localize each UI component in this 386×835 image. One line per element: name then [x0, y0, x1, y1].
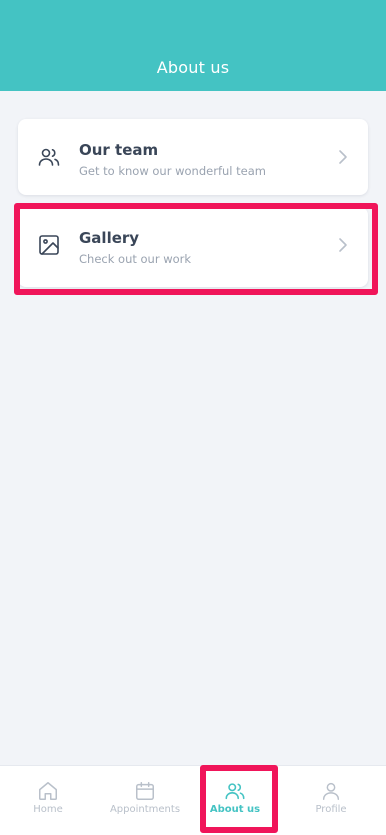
card-subtitle: Get to know our wonderful team: [79, 164, 266, 178]
tab-profile[interactable]: Profile: [283, 766, 379, 835]
chevron-right-icon: [338, 149, 348, 165]
tab-label: Profile: [315, 804, 347, 815]
bottom-tab-bar: Home Appointments About us Profile: [0, 765, 386, 835]
gallery-card[interactable]: Gallery Check out our work: [18, 207, 368, 287]
calendar-icon: [136, 782, 154, 800]
app-screen: About us Our team Get to know our wonder…: [0, 0, 386, 835]
tab-appointments[interactable]: Appointments: [97, 766, 193, 835]
page-title: About us: [156, 58, 230, 77]
users-icon: [225, 783, 245, 800]
tab-about-us[interactable]: About us: [187, 766, 283, 835]
card-title: Our team: [79, 141, 159, 159]
tab-label: Home: [33, 804, 63, 815]
our-team-card[interactable]: Our team Get to know our wonderful team: [18, 119, 368, 195]
card-title: Gallery: [79, 229, 140, 247]
home-icon: [39, 782, 57, 800]
users-icon: [37, 145, 61, 169]
tab-label: About us: [209, 804, 261, 815]
chevron-right-icon: [338, 237, 348, 253]
tab-home[interactable]: Home: [0, 766, 96, 835]
user-icon: [322, 782, 340, 800]
image-icon: [37, 233, 61, 257]
tab-label: Appointments: [109, 804, 181, 815]
card-subtitle: Check out our work: [79, 252, 192, 266]
top-header: About us: [0, 0, 386, 91]
